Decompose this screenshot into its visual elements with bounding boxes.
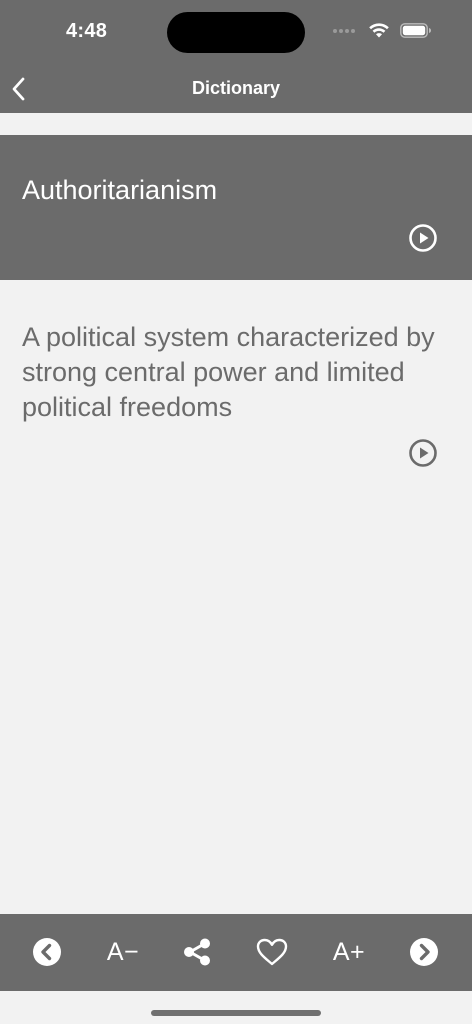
font-larger-button[interactable]: A+ (329, 934, 369, 970)
page-title: Dictionary (191, 78, 281, 98)
previous-icon (33, 938, 61, 966)
play-definition-icon[interactable] (408, 438, 438, 468)
favorite-button[interactable] (252, 934, 292, 970)
dictionary-screen: 4:48 Dictionary Authoritarianism A polit… (0, 0, 472, 1024)
share-button[interactable] (177, 934, 217, 970)
wifi-icon (369, 23, 389, 38)
previous-button[interactable] (27, 934, 67, 970)
word-heading: Authoritarianism (22, 175, 218, 205)
play-word-icon[interactable] (408, 223, 438, 253)
font-larger-label: A+ (332, 937, 366, 966)
top-bar: 4:48 Dictionary (0, 0, 472, 113)
font-smaller-button[interactable]: A− (103, 934, 143, 970)
definition-text: A political system characterized by stro… (22, 322, 435, 422)
home-indicator-area (0, 991, 472, 1024)
home-indicator[interactable] (151, 1010, 321, 1016)
heart-icon (256, 938, 288, 966)
status-icons (332, 22, 432, 39)
next-icon (410, 938, 438, 966)
signal-icon (333, 28, 355, 33)
next-button[interactable] (404, 934, 444, 970)
share-icon (184, 938, 210, 966)
status-time: 4:48 (66, 20, 108, 42)
battery-icon (400, 23, 431, 38)
bottom-toolbar: A− A+ (0, 914, 472, 991)
word-card: Authoritarianism (0, 135, 472, 280)
dynamic-island (167, 12, 305, 53)
font-smaller-label: A− (106, 937, 140, 966)
